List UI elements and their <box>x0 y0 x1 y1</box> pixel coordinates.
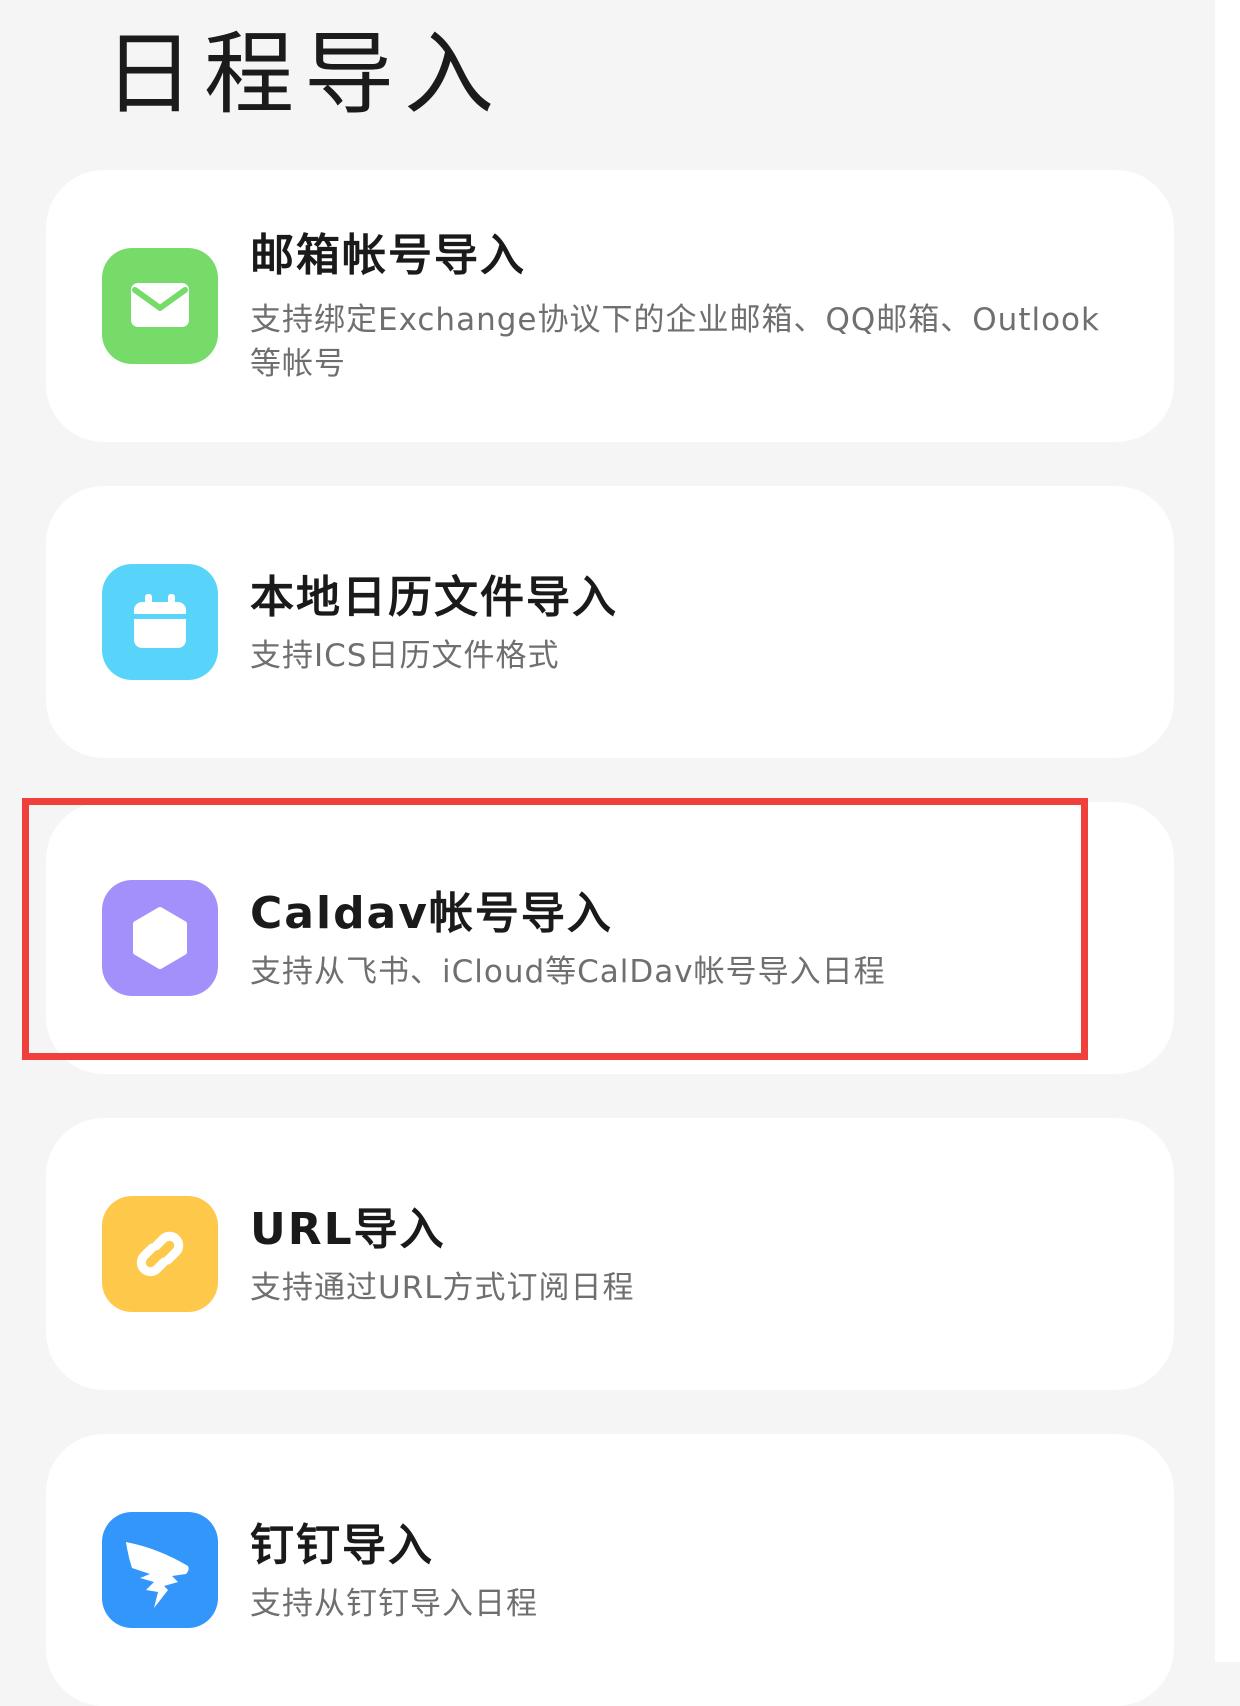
page-title: 日程导入 <box>104 22 504 127</box>
dingtalk-icon-tile <box>102 1512 218 1628</box>
option-email-import[interactable]: 邮箱帐号导入 支持绑定Exchange协议下的企业邮箱、QQ邮箱、Outlook… <box>46 170 1174 442</box>
link-icon <box>102 1196 218 1312</box>
option-title: 邮箱帐号导入 <box>250 230 526 281</box>
option-subtitle: 支持从钉钉导入日程 <box>250 1586 538 1622</box>
option-title: URL导入 <box>250 1204 446 1255</box>
calendar-icon-tile <box>102 564 218 680</box>
option-url-import[interactable]: URL导入 支持通过URL方式订阅日程 <box>46 1118 1174 1390</box>
calendar-icon <box>102 564 218 680</box>
option-dingtalk-import[interactable]: 钉钉导入 支持从钉钉导入日程 <box>46 1434 1174 1706</box>
email-icon-tile <box>102 248 218 364</box>
option-local-calendar-import[interactable]: 本地日历文件导入 支持ICS日历文件格式 <box>46 486 1174 758</box>
option-caldav-import[interactable]: Caldav帐号导入 支持从飞书、iCloud等CalDav帐号导入日程 <box>46 802 1174 1074</box>
option-subtitle: 支持ICS日历文件格式 <box>250 638 560 674</box>
hexagon-icon <box>102 880 218 996</box>
option-subtitle: 支持绑定Exchange协议下的企业邮箱、QQ邮箱、Outlook等帐号 <box>250 302 1100 382</box>
dingtalk-icon <box>102 1512 218 1628</box>
option-title: Caldav帐号导入 <box>250 888 613 939</box>
caldav-icon-tile <box>102 880 218 996</box>
option-subtitle: 支持通过URL方式订阅日程 <box>250 1270 635 1306</box>
option-title: 钉钉导入 <box>250 1520 434 1571</box>
option-title: 本地日历文件导入 <box>250 572 618 623</box>
url-icon-tile <box>102 1196 218 1312</box>
mail-icon <box>102 248 218 364</box>
option-subtitle: 支持从飞书、iCloud等CalDav帐号导入日程 <box>250 954 886 990</box>
scroll-edge <box>1215 0 1240 1662</box>
